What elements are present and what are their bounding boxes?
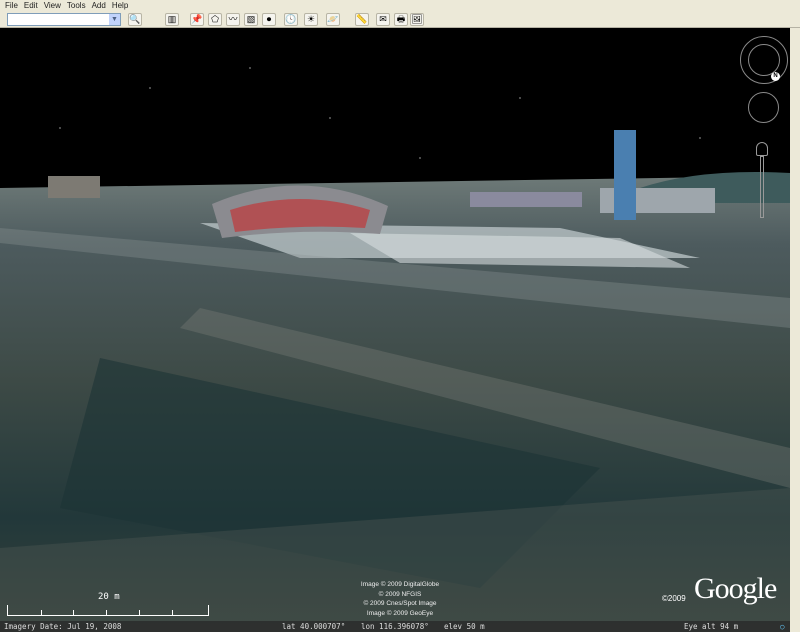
add-path-icon: 〰 (228, 14, 238, 24)
switch-planet-button[interactable]: 🪐 (326, 13, 340, 26)
search-button[interactable]: 🔍 (128, 13, 142, 26)
imagery-date: Imagery Date: Jul 19, 2008 (4, 622, 122, 631)
attribution-line: Image © 2009 GeoEye (366, 609, 434, 617)
save-image-icon: 🖼 (411, 14, 423, 24)
add-image-overlay-button[interactable]: ▧ (244, 13, 258, 26)
earth-3d-view[interactable]: N Image © 2009 DigitalGlobe © 2009 NFGIS… (0, 28, 790, 632)
imagery-attribution: Image © 2009 DigitalGlobe © 2009 NFGIS ©… (340, 580, 460, 618)
print-button[interactable]: 🖶 (394, 13, 408, 26)
status-bar: Imagery Date: Jul 19, 2008 lat 40.000707… (0, 621, 790, 632)
search-input[interactable]: ▼ (7, 13, 121, 26)
menu-bar: File Edit View Tools Add Help (0, 0, 800, 12)
longitude: lon 116.396078° (361, 622, 429, 631)
toolbar: ▼ 🔍 ▥ 📌 ⬠ 〰 ▧ ⏺ 🕓 ☀ 🪐 📏 ✉ 🖶 🖼 (0, 12, 800, 28)
ruler-icon: 📏 (356, 14, 368, 24)
zoom-slider[interactable] (760, 156, 764, 218)
latitude: lat 40.000707° (282, 622, 346, 631)
scale-bar (7, 605, 209, 616)
add-placemark-button[interactable]: 📌 (190, 13, 204, 26)
historical-imagery-button[interactable]: 🕓 (284, 13, 298, 26)
attribution-line: Image © 2009 DigitalGlobe (360, 581, 440, 588)
menu-view[interactable]: View (43, 0, 66, 12)
save-image-button[interactable]: 🖼 (410, 13, 424, 26)
add-polygon-icon: ⬠ (211, 14, 219, 24)
attribution-line: © 2009 NFGIS (378, 590, 422, 598)
email-button[interactable]: ✉ (376, 13, 390, 26)
print-icon: 🖶 (396, 14, 406, 24)
elevation: elev 50 m (444, 622, 485, 631)
google-logo: Google (694, 572, 777, 605)
menu-file[interactable]: File (4, 0, 23, 12)
building (470, 192, 582, 207)
record-tour-icon: ⏺ (266, 14, 272, 24)
record-tour-button[interactable]: ⏺ (262, 13, 276, 26)
add-image-overlay-icon: ▧ (246, 14, 256, 24)
streaming-indicator-icon: ○ (780, 622, 785, 631)
compass-north-icon[interactable]: N (771, 72, 780, 81)
menu-edit[interactable]: Edit (23, 0, 43, 12)
add-placemark-icon: 📌 (191, 14, 203, 24)
tower (614, 130, 636, 220)
sidebar-toggle-icon: ▥ (167, 14, 177, 24)
menu-tools[interactable]: Tools (66, 0, 91, 12)
search-icon: 🔍 (129, 14, 141, 24)
window-border (790, 28, 800, 632)
add-polygon-button[interactable]: ⬠ (208, 13, 222, 26)
ruler-button[interactable]: 📏 (355, 13, 369, 26)
zoom-slider-thumb[interactable] (756, 142, 768, 156)
switch-planet-icon: 🪐 (327, 14, 339, 24)
chevron-down-icon[interactable]: ▼ (109, 14, 120, 25)
attribution-line: © 2009 Cnes/Spot Image (363, 600, 437, 607)
email-icon: ✉ (379, 14, 387, 24)
scale-label: 20 m (98, 592, 120, 602)
add-path-button[interactable]: 〰 (226, 13, 240, 26)
move-joystick[interactable] (748, 92, 779, 123)
menu-help[interactable]: Help (111, 0, 133, 12)
terrain-imagery (0, 28, 790, 632)
menu-add[interactable]: Add (91, 0, 111, 12)
building (48, 176, 100, 198)
historical-imagery-icon: 🕓 (285, 14, 297, 24)
sidebar-toggle-button[interactable]: ▥ (165, 13, 179, 26)
sunlight-button[interactable]: ☀ (304, 13, 318, 26)
sunlight-icon: ☀ (306, 14, 316, 24)
logo-copyright: ©2009 (662, 594, 686, 603)
eye-altitude: Eye alt 94 m (684, 622, 739, 631)
